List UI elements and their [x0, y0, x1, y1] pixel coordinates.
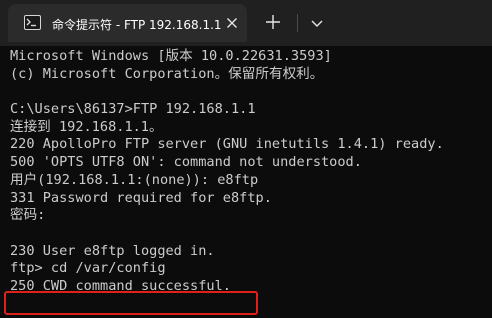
tab-command-prompt[interactable]: 命令提示符 - FTP 192.168.1.1 [8, 4, 247, 42]
tab-title: 命令提示符 - FTP 192.168.1.1 [52, 18, 222, 32]
terminal-line: 331 Password required for e8ftp. [10, 189, 272, 206]
toolbar-divider [297, 14, 298, 32]
plus-icon[interactable] [263, 12, 283, 32]
terminal-line: 220 ApolloPro FTP server (GNU inetutils … [10, 136, 444, 153]
close-icon[interactable] [224, 15, 240, 31]
terminal-output[interactable]: Microsoft Windows [版本 10.0.22631.3593] (… [0, 46, 492, 318]
terminal-line: 230 User e8ftp logged in. [10, 242, 215, 259]
chevron-down-icon[interactable] [308, 14, 326, 32]
tab-bar: 命令提示符 - FTP 192.168.1.1 [0, 0, 492, 46]
highlight-annotation-box [4, 291, 258, 315]
terminal-line: 密码: [10, 207, 46, 224]
terminal-window: 命令提示符 - FTP 192.168.1.1 Microsoft Window… [0, 0, 492, 318]
terminal-line: ftp> cd /var/config [10, 260, 166, 277]
terminal-line: 连接到 192.168.1.1。 [10, 118, 163, 135]
terminal-icon [24, 15, 41, 30]
terminal-line: (c) Microsoft Corporation。保留所有权利。 [10, 65, 324, 82]
terminal-line: C:\Users\86137>FTP 192.168.1.1 [10, 101, 256, 118]
terminal-line: Microsoft Windows [版本 10.0.22631.3593] [10, 48, 332, 64]
terminal-line: 500 'OPTS UTF8 ON': command not understo… [10, 154, 362, 171]
terminal-line: 用户(192.168.1.1:(none)): e8ftp [10, 171, 259, 188]
